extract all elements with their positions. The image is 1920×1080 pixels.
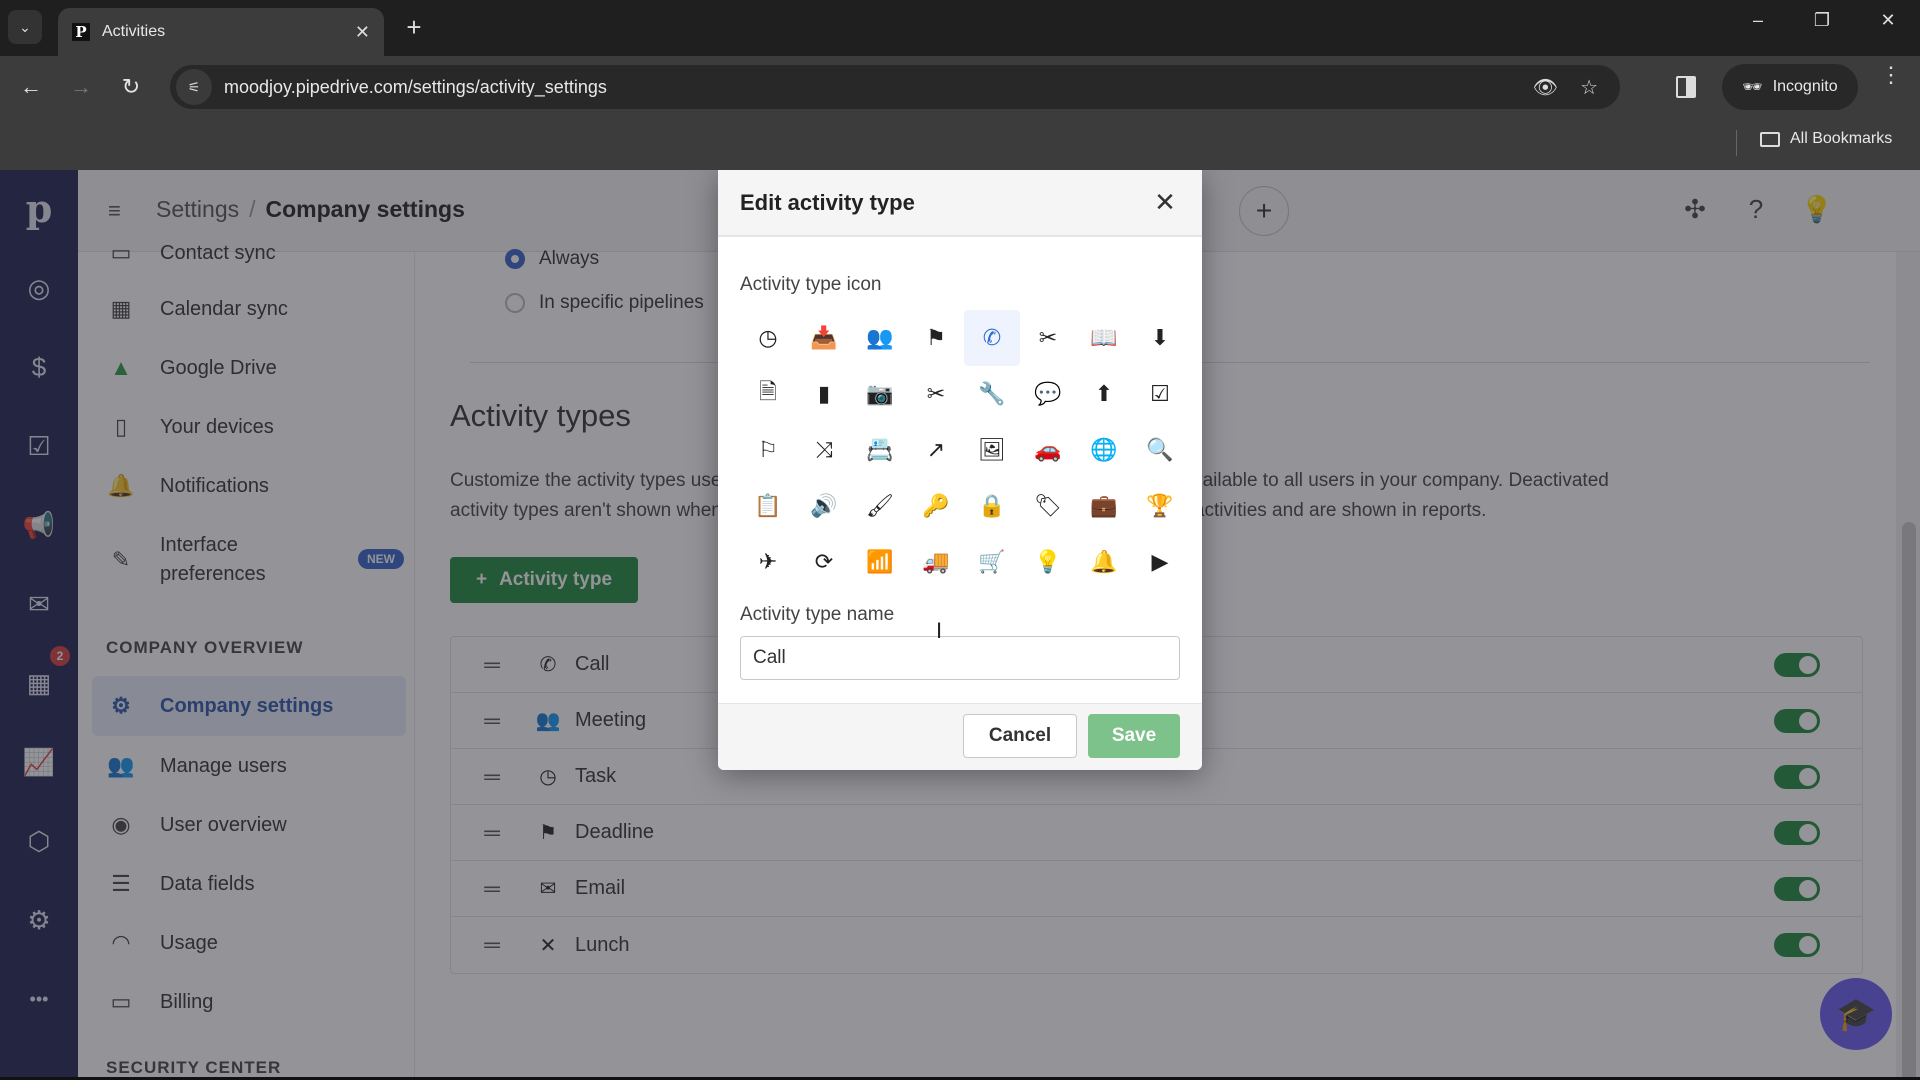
restore-button[interactable]: ❐ — [1802, 10, 1842, 31]
book-icon[interactable]: 📖 — [1076, 310, 1132, 366]
incognito-label: Incognito — [1772, 78, 1838, 95]
flag-icon[interactable]: ⚑ — [908, 310, 964, 366]
signpost-icon[interactable]: ⚐ — [740, 422, 796, 478]
text-cursor-icon: I — [936, 618, 943, 643]
scissors-icon[interactable]: ✂ — [908, 366, 964, 422]
sync-icon[interactable]: ⟳ — [796, 534, 852, 590]
contact-book-icon[interactable]: 📇 — [852, 422, 908, 478]
clock-icon[interactable]: ◷ — [740, 310, 796, 366]
cancel-button[interactable]: Cancel — [963, 714, 1077, 758]
tab-close-icon[interactable]: ✕ — [355, 22, 370, 43]
tag-icon[interactable]: 🏷 — [1020, 478, 1076, 534]
all-bookmarks-label: All Bookmarks — [1790, 130, 1893, 147]
archive-download-icon[interactable]: ⬇ — [1132, 310, 1188, 366]
archive-upload-icon[interactable]: ⬆ — [1076, 366, 1132, 422]
address-bar[interactable]: ⚟ moodjoy.pipedrive.com/settings/activit… — [170, 65, 1620, 109]
camera-icon[interactable]: 📷 — [852, 366, 908, 422]
side-panel-icon[interactable] — [1676, 76, 1696, 98]
reload-button[interactable]: ↻ — [116, 74, 146, 100]
checkbox-icon[interactable]: ☑ — [1132, 366, 1188, 422]
dialog-footer: Cancel Save — [718, 703, 1202, 770]
icon-picker-grid: ◷ 📥 👥 ⚑ ✆ ✂ 📖 ⬇ 🗎 ▮ 📷 ✂ 🔧 💬 ⬆ ☑ ⚐ ⤨ 📇 ↗ 🖼 🚗 🌐 🔍 📋 🔊 🖌 🔑 🔒 🏷 💼 🏆 ✈ ⟳ 📶 🚚 🛒 💡 🔔 ▶ — [740, 310, 1190, 590]
all-bookmarks-button[interactable]: All Bookmarks — [1760, 130, 1892, 148]
minimize-button[interactable]: – — [1738, 10, 1778, 31]
icon-picker-label: Activity type icon — [740, 274, 882, 295]
window-close-button[interactable]: ✕ — [1868, 10, 1908, 31]
edit-activity-type-dialog: Edit activity type ✕ Activity type icon … — [718, 170, 1202, 770]
wifi-icon[interactable]: 📶 — [852, 534, 908, 590]
forward-button[interactable]: → — [66, 74, 96, 100]
chevron-down-icon: ⌄ — [19, 18, 31, 35]
browser-menu-icon[interactable]: ⋮ — [1880, 64, 1902, 86]
chat-icon[interactable]: 💬 — [1020, 366, 1076, 422]
back-button[interactable]: ← — [16, 74, 46, 100]
people-icon[interactable]: 👥 — [852, 310, 908, 366]
airplane-icon[interactable]: ✈ — [740, 534, 796, 590]
key-icon[interactable]: 🔑 — [908, 478, 964, 534]
bookmark-star-icon[interactable]: ☆ — [1580, 75, 1598, 100]
dialog-title: Edit activity type — [740, 189, 915, 215]
bookmarks-divider — [1736, 130, 1737, 156]
trend-icon[interactable]: ↗ — [908, 422, 964, 478]
bookmarks-bar: All Bookmarks — [0, 118, 1920, 170]
incognito-icon: 🕶 — [1742, 79, 1763, 96]
globe-icon[interactable]: 🌐 — [1076, 422, 1132, 478]
car-icon[interactable]: 🚗 — [1020, 422, 1076, 478]
browser-tab[interactable]: P Activities ✕ — [58, 8, 384, 56]
tab-list-button[interactable]: ⌄ — [8, 10, 42, 44]
name-field-label: Activity type name — [740, 604, 895, 625]
tab-title: Activities — [102, 23, 166, 40]
shuffle-icon[interactable]: ⤨ — [796, 422, 852, 478]
browser-toolbar: ← → ↻ ⚟ moodjoy.pipedrive.com/settings/a… — [0, 56, 1920, 118]
pipedrive-app: p ◎ $ ☑ 📢 ✉ ▦ 2 📈 ⬡ ⚙ ••• ≡ Settings / C… — [0, 170, 1920, 1080]
document-icon[interactable]: 🗎 — [740, 366, 796, 422]
incognito-button[interactable]: 🕶 Incognito — [1722, 64, 1858, 110]
url-text[interactable]: moodjoy.pipedrive.com/settings/activity_… — [224, 77, 1533, 98]
speaker-icon[interactable]: 🔊 — [796, 478, 852, 534]
search-icon[interactable]: 🔍 — [1132, 422, 1188, 478]
wrench-icon[interactable]: 🔧 — [964, 366, 1020, 422]
folder-icon — [1760, 131, 1780, 147]
browser-tab-bar: ⌄ P Activities ✕ + – ❐ ✕ — [0, 0, 1920, 56]
bulb-icon[interactable]: 💡 — [1020, 534, 1076, 590]
clipboard-icon[interactable]: 📋 — [740, 478, 796, 534]
fork-knife-icon[interactable]: ✂ — [1020, 310, 1076, 366]
bell-icon[interactable]: 🔔 — [1076, 534, 1132, 590]
save-button[interactable]: Save — [1088, 714, 1180, 758]
eye-off-icon[interactable]: 👁 — [1533, 75, 1558, 100]
image-icon[interactable]: 🖼 — [964, 422, 1020, 478]
phone-icon[interactable]: ✆ — [964, 310, 1020, 366]
brush-icon[interactable]: 🖌 — [852, 478, 908, 534]
trophy-icon[interactable]: 🏆 — [1132, 478, 1188, 534]
truck-icon[interactable]: 🚚 — [908, 534, 964, 590]
play-icon[interactable]: ▶ — [1132, 534, 1188, 590]
cart-icon[interactable]: 🛒 — [964, 534, 1020, 590]
lock-icon[interactable]: 🔒 — [964, 478, 1020, 534]
close-icon[interactable]: ✕ — [1150, 187, 1180, 218]
activity-type-name-input[interactable] — [740, 636, 1180, 680]
inbox-icon[interactable]: 📥 — [796, 310, 852, 366]
pipedrive-favicon-icon: P — [72, 23, 90, 41]
mobile-icon[interactable]: ▮ — [796, 366, 852, 422]
new-tab-button[interactable]: + — [398, 12, 430, 43]
briefcase-icon[interactable]: 💼 — [1076, 478, 1132, 534]
dialog-header: Edit activity type ✕ — [718, 170, 1202, 237]
site-settings-icon[interactable]: ⚟ — [176, 69, 212, 105]
